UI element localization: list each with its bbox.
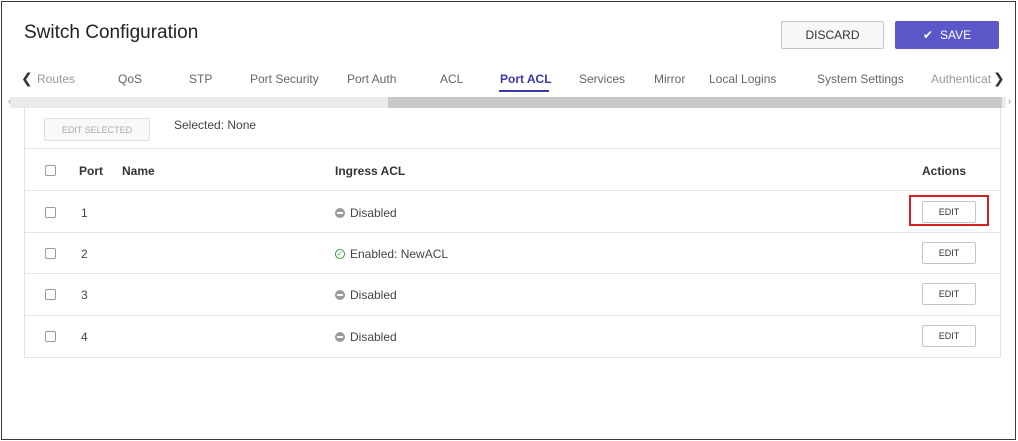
ingress-acl-status: Disabled xyxy=(335,288,397,302)
save-button-label: SAVE xyxy=(939,28,972,42)
chevron-left-icon[interactable]: ❮ xyxy=(21,70,33,87)
minus-circle-icon xyxy=(335,208,345,218)
tab-authentication[interactable]: Authenticat xyxy=(931,72,991,86)
edit-button-label: EDIT xyxy=(938,289,960,299)
highlight-box xyxy=(909,195,989,226)
tab-local-logins[interactable]: Local Logins xyxy=(709,72,776,86)
ingress-acl-text: Disabled xyxy=(350,330,397,344)
ingress-acl-text: Disabled xyxy=(350,206,397,220)
port-number: 3 xyxy=(81,288,88,302)
select-all-checkbox[interactable] xyxy=(45,165,56,176)
port-number: 4 xyxy=(81,330,88,344)
save-button[interactable]: ✔ SAVE xyxy=(895,21,999,49)
tab-port-acl[interactable]: Port ACL xyxy=(500,72,552,86)
column-header-name: Name xyxy=(122,164,155,178)
port-number: 1 xyxy=(81,206,88,220)
minus-circle-icon xyxy=(335,332,345,342)
selection-status: Selected: None xyxy=(174,118,257,132)
ingress-acl-status: Disabled xyxy=(335,206,397,220)
minus-circle-icon xyxy=(335,290,345,300)
tab-qos[interactable]: QoS xyxy=(118,72,142,86)
edit-button-label: EDIT xyxy=(938,248,960,258)
row-checkbox[interactable] xyxy=(45,207,56,218)
ingress-acl-status: ✓ Enabled: NewACL xyxy=(335,247,448,261)
horizontal-scrollbar-thumb[interactable] xyxy=(388,97,1002,108)
port-number: 2 xyxy=(81,247,88,261)
divider xyxy=(25,315,1000,316)
row-checkbox[interactable] xyxy=(45,248,56,259)
page-title: Switch Configuration xyxy=(24,22,199,43)
ingress-acl-status: Disabled xyxy=(335,330,397,344)
ingress-acl-text: Enabled: NewACL xyxy=(350,247,449,261)
discard-button[interactable]: DISCARD xyxy=(781,21,884,49)
discard-button-label: DISCARD xyxy=(805,28,860,42)
chevron-right-icon[interactable]: ❯ xyxy=(993,70,1005,87)
tab-routes[interactable]: Routes xyxy=(37,72,75,86)
edit-selected-button[interactable]: EDIT SELECTED xyxy=(44,118,150,141)
tab-acl[interactable]: ACL xyxy=(440,72,463,86)
check-icon: ✔ xyxy=(922,28,933,42)
ingress-acl-text: Disabled xyxy=(350,288,397,302)
tab-port-auth[interactable]: Port Auth xyxy=(347,72,396,86)
tab-port-security[interactable]: Port Security xyxy=(250,72,319,86)
edit-button[interactable]: EDIT xyxy=(922,283,976,305)
port-acl-panel xyxy=(24,108,1001,358)
edit-button-label: EDIT xyxy=(938,331,960,341)
tab-system-settings[interactable]: System Settings xyxy=(817,72,904,86)
divider xyxy=(25,232,1000,233)
scroll-right-icon[interactable]: › xyxy=(1008,96,1011,106)
check-circle-icon: ✓ xyxy=(335,249,345,259)
divider xyxy=(25,148,1000,149)
edit-selected-label: EDIT SELECTED xyxy=(61,124,133,135)
column-header-port: Port xyxy=(79,164,103,178)
tab-stp[interactable]: STP xyxy=(189,72,212,86)
scroll-left-icon[interactable]: ‹ xyxy=(8,96,11,106)
edit-button[interactable]: EDIT xyxy=(922,242,976,264)
edit-button[interactable]: EDIT xyxy=(922,325,976,347)
active-tab-indicator xyxy=(499,90,549,92)
column-header-actions: Actions xyxy=(922,164,967,178)
row-checkbox[interactable] xyxy=(45,289,56,300)
divider xyxy=(25,190,1000,191)
column-header-ingress-acl: Ingress ACL xyxy=(335,164,406,178)
row-checkbox[interactable] xyxy=(45,331,56,342)
tab-services[interactable]: Services xyxy=(579,72,625,86)
divider xyxy=(25,273,1000,274)
tab-mirror[interactable]: Mirror xyxy=(654,72,685,86)
